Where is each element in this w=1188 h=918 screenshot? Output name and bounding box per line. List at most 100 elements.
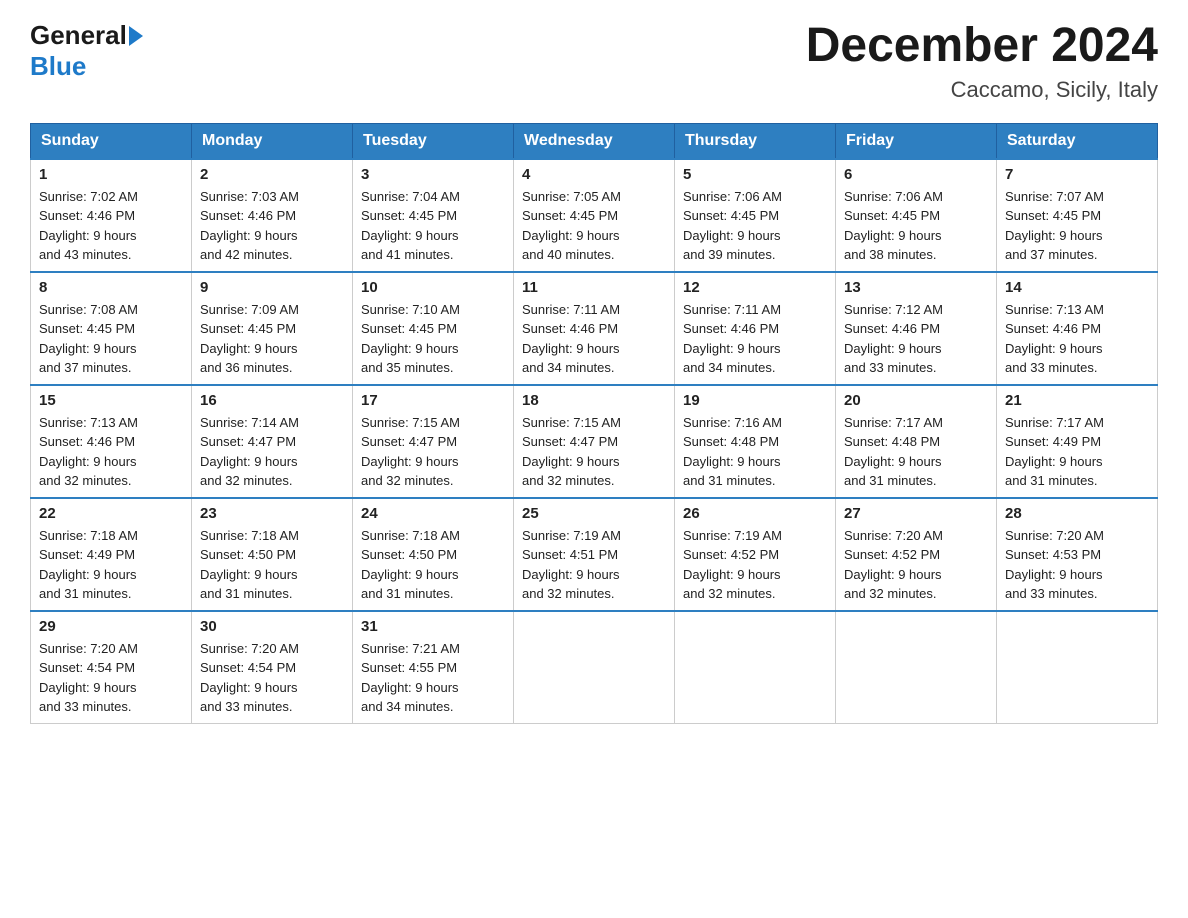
day-number: 9 xyxy=(200,279,344,296)
calendar-cell: 29 Sunrise: 7:20 AMSunset: 4:54 PMDayligh… xyxy=(31,611,192,724)
calendar-header-row: SundayMondayTuesdayWednesdayThursdayFrid… xyxy=(31,123,1158,159)
day-of-week-header: Sunday xyxy=(31,123,192,159)
calendar-cell: 13 Sunrise: 7:12 AMSunset: 4:46 PMDayligh… xyxy=(836,272,997,385)
calendar-cell: 17 Sunrise: 7:15 AMSunset: 4:47 PMDayligh… xyxy=(353,385,514,498)
calendar-cell: 15 Sunrise: 7:13 AMSunset: 4:46 PMDayligh… xyxy=(31,385,192,498)
day-number: 7 xyxy=(1005,166,1149,183)
calendar-cell: 14Sunrise: 7:13 AMSunset: 4:46 PMDayligh… xyxy=(997,272,1158,385)
calendar-cell: 19 Sunrise: 7:16 AMSunset: 4:48 PMDayligh… xyxy=(675,385,836,498)
day-info: Sunrise: 7:19 AMSunset: 4:51 PMDaylight:… xyxy=(522,526,666,604)
day-info: Sunrise: 7:18 AMSunset: 4:50 PMDaylight:… xyxy=(361,526,505,604)
day-info: Sunrise: 7:06 AMSunset: 4:45 PMDaylight:… xyxy=(844,187,988,265)
day-info: Sunrise: 7:19 AMSunset: 4:52 PMDaylight:… xyxy=(683,526,827,604)
day-number: 16 xyxy=(200,392,344,409)
day-of-week-header: Tuesday xyxy=(353,123,514,159)
day-number: 12 xyxy=(683,279,827,296)
calendar-cell: 9 Sunrise: 7:09 AMSunset: 4:45 PMDaylight… xyxy=(192,272,353,385)
page-header: General Blue December 2024 Caccamo, Sici… xyxy=(30,20,1158,103)
day-number: 22 xyxy=(39,505,183,522)
day-number: 20 xyxy=(844,392,988,409)
day-info: Sunrise: 7:10 AMSunset: 4:45 PMDaylight:… xyxy=(361,300,505,378)
calendar-cell: 26 Sunrise: 7:19 AMSunset: 4:52 PMDayligh… xyxy=(675,498,836,611)
day-number: 10 xyxy=(361,279,505,296)
day-info: Sunrise: 7:20 AMSunset: 4:53 PMDaylight:… xyxy=(1005,526,1149,604)
day-number: 17 xyxy=(361,392,505,409)
day-number: 23 xyxy=(200,505,344,522)
calendar-week-row: 15 Sunrise: 7:13 AMSunset: 4:46 PMDayligh… xyxy=(31,385,1158,498)
day-number: 2 xyxy=(200,166,344,183)
day-number: 18 xyxy=(522,392,666,409)
day-number: 29 xyxy=(39,618,183,635)
calendar-cell: 4 Sunrise: 7:05 AMSunset: 4:45 PMDaylight… xyxy=(514,159,675,272)
day-info: Sunrise: 7:20 AMSunset: 4:52 PMDaylight:… xyxy=(844,526,988,604)
logo-arrow-icon xyxy=(129,26,143,46)
day-number: 24 xyxy=(361,505,505,522)
day-number: 5 xyxy=(683,166,827,183)
day-info: Sunrise: 7:20 AMSunset: 4:54 PMDaylight:… xyxy=(39,639,183,717)
calendar-cell: 18 Sunrise: 7:15 AMSunset: 4:47 PMDayligh… xyxy=(514,385,675,498)
calendar-cell: 6Sunrise: 7:06 AMSunset: 4:45 PMDaylight… xyxy=(836,159,997,272)
calendar-cell: 11Sunrise: 7:11 AMSunset: 4:46 PMDayligh… xyxy=(514,272,675,385)
day-number: 27 xyxy=(844,505,988,522)
calendar-cell: 16 Sunrise: 7:14 AMSunset: 4:47 PMDayligh… xyxy=(192,385,353,498)
day-info: Sunrise: 7:15 AMSunset: 4:47 PMDaylight:… xyxy=(522,413,666,491)
day-of-week-header: Thursday xyxy=(675,123,836,159)
day-info: Sunrise: 7:09 AMSunset: 4:45 PMDaylight:… xyxy=(200,300,344,378)
calendar-cell xyxy=(514,611,675,724)
logo: General Blue xyxy=(30,20,145,82)
logo-general-text: General xyxy=(30,20,127,51)
day-info: Sunrise: 7:05 AMSunset: 4:45 PMDaylight:… xyxy=(522,187,666,265)
title-block: December 2024 Caccamo, Sicily, Italy xyxy=(806,20,1158,103)
calendar-cell xyxy=(675,611,836,724)
day-info: Sunrise: 7:14 AMSunset: 4:47 PMDaylight:… xyxy=(200,413,344,491)
calendar-week-row: 8 Sunrise: 7:08 AMSunset: 4:45 PMDaylight… xyxy=(31,272,1158,385)
day-number: 4 xyxy=(522,166,666,183)
day-number: 31 xyxy=(361,618,505,635)
day-number: 11 xyxy=(522,279,666,296)
calendar-cell: 8 Sunrise: 7:08 AMSunset: 4:45 PMDaylight… xyxy=(31,272,192,385)
calendar-cell: 27 Sunrise: 7:20 AMSunset: 4:52 PMDayligh… xyxy=(836,498,997,611)
day-info: Sunrise: 7:13 AMSunset: 4:46 PMDaylight:… xyxy=(39,413,183,491)
day-number: 15 xyxy=(39,392,183,409)
day-info: Sunrise: 7:08 AMSunset: 4:45 PMDaylight:… xyxy=(39,300,183,378)
calendar-title: December 2024 xyxy=(806,20,1158,73)
calendar-cell: 22 Sunrise: 7:18 AMSunset: 4:49 PMDayligh… xyxy=(31,498,192,611)
calendar-cell: 3 Sunrise: 7:04 AMSunset: 4:45 PMDaylight… xyxy=(353,159,514,272)
day-of-week-header: Friday xyxy=(836,123,997,159)
day-info: Sunrise: 7:13 AMSunset: 4:46 PMDaylight:… xyxy=(1005,300,1149,378)
calendar-cell: 28 Sunrise: 7:20 AMSunset: 4:53 PMDayligh… xyxy=(997,498,1158,611)
day-number: 3 xyxy=(361,166,505,183)
day-info: Sunrise: 7:18 AMSunset: 4:50 PMDaylight:… xyxy=(200,526,344,604)
day-info: Sunrise: 7:12 AMSunset: 4:46 PMDaylight:… xyxy=(844,300,988,378)
calendar-cell xyxy=(997,611,1158,724)
logo-blue-text: Blue xyxy=(30,51,86,81)
day-number: 13 xyxy=(844,279,988,296)
day-info: Sunrise: 7:11 AMSunset: 4:46 PMDaylight:… xyxy=(683,300,827,378)
calendar-cell: 23 Sunrise: 7:18 AMSunset: 4:50 PMDayligh… xyxy=(192,498,353,611)
day-info: Sunrise: 7:02 AMSunset: 4:46 PMDaylight:… xyxy=(39,187,183,265)
day-info: Sunrise: 7:17 AMSunset: 4:48 PMDaylight:… xyxy=(844,413,988,491)
calendar-cell: 2Sunrise: 7:03 AMSunset: 4:46 PMDaylight… xyxy=(192,159,353,272)
day-of-week-header: Wednesday xyxy=(514,123,675,159)
day-number: 1 xyxy=(39,166,183,183)
calendar-week-row: 1 Sunrise: 7:02 AMSunset: 4:46 PMDaylight… xyxy=(31,159,1158,272)
calendar-cell: 10 Sunrise: 7:10 AMSunset: 4:45 PMDayligh… xyxy=(353,272,514,385)
calendar-cell: 31 Sunrise: 7:21 AMSunset: 4:55 PMDayligh… xyxy=(353,611,514,724)
day-info: Sunrise: 7:04 AMSunset: 4:45 PMDaylight:… xyxy=(361,187,505,265)
calendar-cell: 24 Sunrise: 7:18 AMSunset: 4:50 PMDayligh… xyxy=(353,498,514,611)
day-number: 8 xyxy=(39,279,183,296)
calendar-subtitle: Caccamo, Sicily, Italy xyxy=(806,77,1158,103)
day-number: 28 xyxy=(1005,505,1149,522)
day-info: Sunrise: 7:18 AMSunset: 4:49 PMDaylight:… xyxy=(39,526,183,604)
day-info: Sunrise: 7:16 AMSunset: 4:48 PMDaylight:… xyxy=(683,413,827,491)
day-info: Sunrise: 7:15 AMSunset: 4:47 PMDaylight:… xyxy=(361,413,505,491)
day-info: Sunrise: 7:21 AMSunset: 4:55 PMDaylight:… xyxy=(361,639,505,717)
calendar-cell: 20 Sunrise: 7:17 AMSunset: 4:48 PMDayligh… xyxy=(836,385,997,498)
day-of-week-header: Monday xyxy=(192,123,353,159)
calendar-cell: 25Sunrise: 7:19 AMSunset: 4:51 PMDayligh… xyxy=(514,498,675,611)
day-info: Sunrise: 7:20 AMSunset: 4:54 PMDaylight:… xyxy=(200,639,344,717)
day-number: 26 xyxy=(683,505,827,522)
day-number: 19 xyxy=(683,392,827,409)
calendar-week-row: 22 Sunrise: 7:18 AMSunset: 4:49 PMDayligh… xyxy=(31,498,1158,611)
day-info: Sunrise: 7:17 AMSunset: 4:49 PMDaylight:… xyxy=(1005,413,1149,491)
